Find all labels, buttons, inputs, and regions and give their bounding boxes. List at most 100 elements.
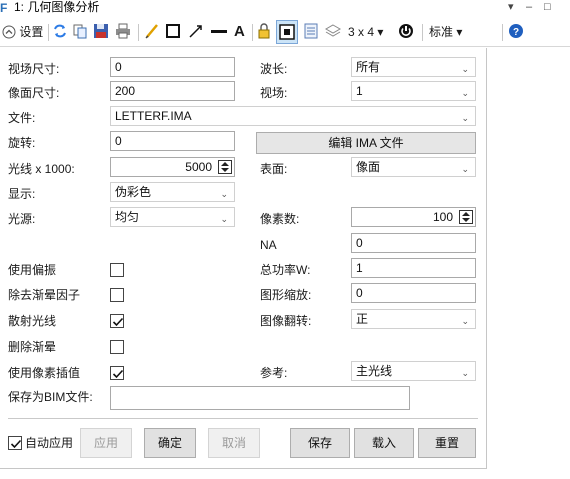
copy-button[interactable] xyxy=(72,22,88,42)
image-flip-select[interactable]: 正 ⌄ xyxy=(351,309,476,329)
field-size-input[interactable]: 0 xyxy=(110,57,235,77)
copy-icon xyxy=(73,24,87,39)
scatter-rays-label: 散射光线 xyxy=(8,314,57,328)
arrow-tool-button[interactable] xyxy=(188,22,204,42)
chevron-down-icon: ⌄ xyxy=(461,88,469,98)
settings-label: 设置 xyxy=(19,25,44,39)
remove-vignetting-checkbox[interactable] xyxy=(110,288,124,302)
refresh-button[interactable] xyxy=(52,22,68,42)
toolbar-separator xyxy=(422,24,423,41)
pixels-input[interactable]: 100 xyxy=(351,207,476,227)
field-select[interactable]: 1 ⌄ xyxy=(351,81,476,101)
rays-spinner[interactable] xyxy=(218,160,232,174)
delete-vignetting-checkbox[interactable] xyxy=(110,340,124,354)
file-label: 文件: xyxy=(8,111,36,125)
pixels-value: 100 xyxy=(432,210,453,224)
pen-tool-button[interactable] xyxy=(144,22,160,42)
source-label: 光源: xyxy=(8,212,36,226)
toolbar-separator xyxy=(502,24,503,41)
printer-icon xyxy=(116,23,130,39)
use-polarization-checkbox[interactable] xyxy=(110,263,124,277)
reset-button[interactable]: 重置 xyxy=(418,428,476,458)
layout-button[interactable] xyxy=(303,22,319,42)
pixels-spinner[interactable] xyxy=(459,210,473,224)
fit-window-button[interactable] xyxy=(276,20,298,44)
ok-button[interactable]: 确定 xyxy=(144,428,196,458)
figure-scale-input[interactable]: 0 xyxy=(351,283,476,303)
help-button[interactable]: ? xyxy=(508,22,524,42)
pixel-interpolation-label: 使用像素插值 xyxy=(8,366,81,380)
chevron-down-icon: ⌄ xyxy=(461,113,469,123)
save-bim-input[interactable] xyxy=(110,386,410,410)
apply-button[interactable]: 应用 xyxy=(80,428,132,458)
source-select[interactable]: 均匀 ⌄ xyxy=(110,207,235,227)
line-icon xyxy=(211,30,227,33)
file-select[interactable]: LETTERF.IMA ⌄ xyxy=(110,106,476,126)
spin-down-icon xyxy=(462,218,470,222)
reference-value: 主光线 xyxy=(356,364,393,378)
total-power-label: 总功率W: xyxy=(260,263,311,277)
chevron-down-icon: ⌄ xyxy=(461,64,469,74)
spin-up-icon xyxy=(462,212,470,216)
arrow-line-icon xyxy=(189,25,202,38)
grid-layout-dropdown[interactable]: 3 x 4 ▾ xyxy=(348,22,383,42)
window-icon: F xyxy=(0,1,8,15)
maximize-icon[interactable]: □ xyxy=(544,0,551,16)
window-menu-icon[interactable]: ▾ xyxy=(508,0,514,16)
display-value: 伪彩色 xyxy=(115,185,152,199)
cancel-button[interactable]: 取消 xyxy=(208,428,260,458)
refresh-icon xyxy=(54,24,66,38)
pencil-icon xyxy=(145,24,158,39)
display-select[interactable]: 伪彩色 ⌄ xyxy=(110,182,235,202)
toolbar-separator xyxy=(252,24,253,41)
display-label: 显示: xyxy=(8,187,36,201)
print-button[interactable] xyxy=(115,22,131,42)
surface-select[interactable]: 像面 ⌄ xyxy=(351,157,476,177)
lock-icon xyxy=(258,23,270,39)
field-label: 视场: xyxy=(260,86,288,100)
chevron-down-icon: ⌄ xyxy=(220,189,228,199)
file-value: LETTERF.IMA xyxy=(115,109,192,123)
remove-vignetting-label: 除去渐晕因子 xyxy=(8,288,81,302)
checkmark-icon xyxy=(10,439,22,449)
toolbar: 设置 A 3 x 4 ▾ 标准 ▾ ? xyxy=(0,17,570,47)
pixel-interpolation-checkbox[interactable] xyxy=(110,366,124,380)
scatter-rays-checkbox[interactable] xyxy=(110,314,124,328)
title-bar: F 1: 几何图像分析 ▾ – □ xyxy=(0,0,570,16)
rotation-input[interactable]: 0 xyxy=(110,131,235,151)
line-tool-button[interactable] xyxy=(210,22,228,42)
wavelength-select[interactable]: 所有 ⌄ xyxy=(351,57,476,77)
divider xyxy=(8,418,478,419)
toolbar-separator xyxy=(48,24,49,41)
checkmark-icon xyxy=(112,317,124,327)
load-button[interactable]: 载入 xyxy=(354,428,414,458)
surface-label: 表面: xyxy=(260,162,288,176)
text-tool-button[interactable]: A xyxy=(234,22,245,42)
lock-button[interactable] xyxy=(257,22,271,42)
rectangle-icon xyxy=(166,24,180,38)
stop-button[interactable] xyxy=(398,22,414,42)
na-label: NA xyxy=(260,238,277,252)
total-power-input[interactable]: 1 xyxy=(351,258,476,278)
reference-select[interactable]: 主光线 ⌄ xyxy=(351,361,476,381)
edit-ima-file-button[interactable]: 编辑 IMA 文件 xyxy=(256,132,476,154)
rays-input[interactable]: 5000 xyxy=(110,157,235,177)
checkmark-icon xyxy=(112,369,124,379)
save-button[interactable]: 保存 xyxy=(290,428,350,458)
spin-down-icon xyxy=(221,168,229,172)
rectangle-tool-button[interactable] xyxy=(165,22,181,42)
floppy-save-icon xyxy=(94,24,108,38)
standard-dropdown[interactable]: 标准 ▾ xyxy=(429,22,462,42)
image-size-input[interactable]: 200 xyxy=(110,81,235,101)
settings-toggle-button[interactable]: 设置 xyxy=(2,22,43,42)
layers-button[interactable] xyxy=(324,22,342,42)
wavelength-label: 波长: xyxy=(260,62,288,76)
surface-value: 像面 xyxy=(356,160,381,174)
auto-apply-checkbox[interactable] xyxy=(8,436,22,450)
power-icon xyxy=(399,24,413,38)
layers-icon xyxy=(324,24,342,37)
save-icon-button[interactable] xyxy=(93,22,109,42)
minimize-icon[interactable]: – xyxy=(526,0,532,16)
na-input[interactable]: 0 xyxy=(351,233,476,253)
collapse-circle-icon xyxy=(2,25,16,39)
